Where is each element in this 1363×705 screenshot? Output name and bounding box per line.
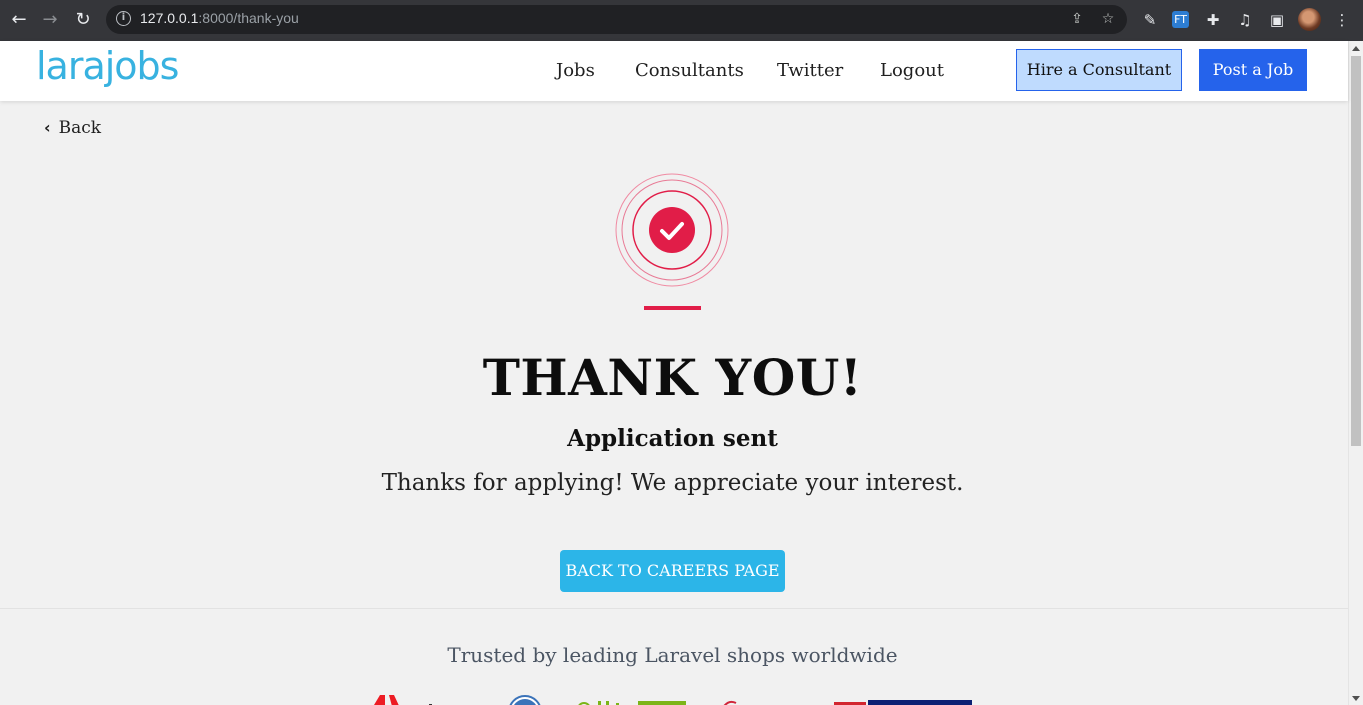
hire-consultant-button[interactable]: Hire a Consultant <box>1016 49 1182 91</box>
bookmark-star-icon[interactable]: ☆ <box>1099 10 1117 28</box>
browser-menu-icon[interactable]: ⋮ <box>1331 9 1353 31</box>
post-job-button[interactable]: Post a Job <box>1199 49 1307 91</box>
scroll-up-arrow-icon[interactable] <box>1352 46 1360 51</box>
back-link[interactable]: ‹ Back <box>44 118 101 138</box>
site-header: larajobs Jobs Consultants Twitter Logout… <box>0 41 1348 101</box>
accent-divider <box>644 306 701 310</box>
url-text[interactable]: 127.0.0.1:8000/thank-you <box>140 10 299 26</box>
profile-avatar[interactable] <box>1298 8 1321 31</box>
extensions-puzzle-icon[interactable]: ✚ <box>1202 9 1224 31</box>
trusted-by-heading: Trusted by leading Laravel shops worldwi… <box>447 643 898 667</box>
back-arrow-icon[interactable]: ← <box>7 8 31 32</box>
page-title: THANK YOU! <box>482 348 863 407</box>
adobe-logo <box>371 690 461 705</box>
chevron-left-icon: ‹ <box>44 118 51 137</box>
nav-jobs[interactable]: Jobs <box>556 60 595 81</box>
forward-arrow-icon[interactable]: → <box>38 8 62 32</box>
scroll-down-arrow-icon[interactable] <box>1352 696 1360 701</box>
hellofresh-logo <box>576 690 688 705</box>
confirmation-message: Thanks for applying! We appreciate your … <box>381 470 964 496</box>
scrollbar-thumb[interactable] <box>1351 56 1361 446</box>
section-divider <box>0 608 1348 609</box>
back-label: Back <box>58 118 102 138</box>
page-subtitle: Application sent <box>567 425 778 452</box>
partner-logo <box>720 690 792 705</box>
nav-logout[interactable]: Logout <box>880 60 944 81</box>
ft-extension-icon[interactable]: FT <box>1172 11 1189 28</box>
side-panel-icon[interactable]: ▣ <box>1266 9 1288 31</box>
nav-twitter[interactable]: Twitter <box>777 60 843 81</box>
page-scrollbar[interactable] <box>1348 41 1363 705</box>
ge-logo <box>508 690 542 705</box>
reload-icon[interactable]: ↻ <box>71 8 95 32</box>
back-to-careers-button[interactable]: BACK TO CAREERS PAGE <box>560 550 785 592</box>
address-bar[interactable]: i 127.0.0.1:8000/thank-you ⇪ ☆ <box>106 5 1127 34</box>
browser-toolbar: ← → ↻ i 127.0.0.1:8000/thank-you ⇪ ☆ ✎ F… <box>0 0 1363 41</box>
url-host: 127.0.0.1 <box>140 10 199 26</box>
site-info-icon[interactable]: i <box>116 11 131 26</box>
success-check-icon <box>615 173 729 287</box>
usbancorp-logo <box>834 690 974 705</box>
media-control-icon[interactable]: ♫ <box>1234 9 1256 31</box>
url-path: :8000/thank-you <box>198 10 299 26</box>
share-icon[interactable]: ⇪ <box>1068 10 1086 28</box>
eyedropper-extension-icon[interactable]: ✎ <box>1139 9 1161 31</box>
larajobs-logo[interactable]: larajobs <box>36 44 179 88</box>
nav-consultants[interactable]: Consultants <box>635 60 744 81</box>
